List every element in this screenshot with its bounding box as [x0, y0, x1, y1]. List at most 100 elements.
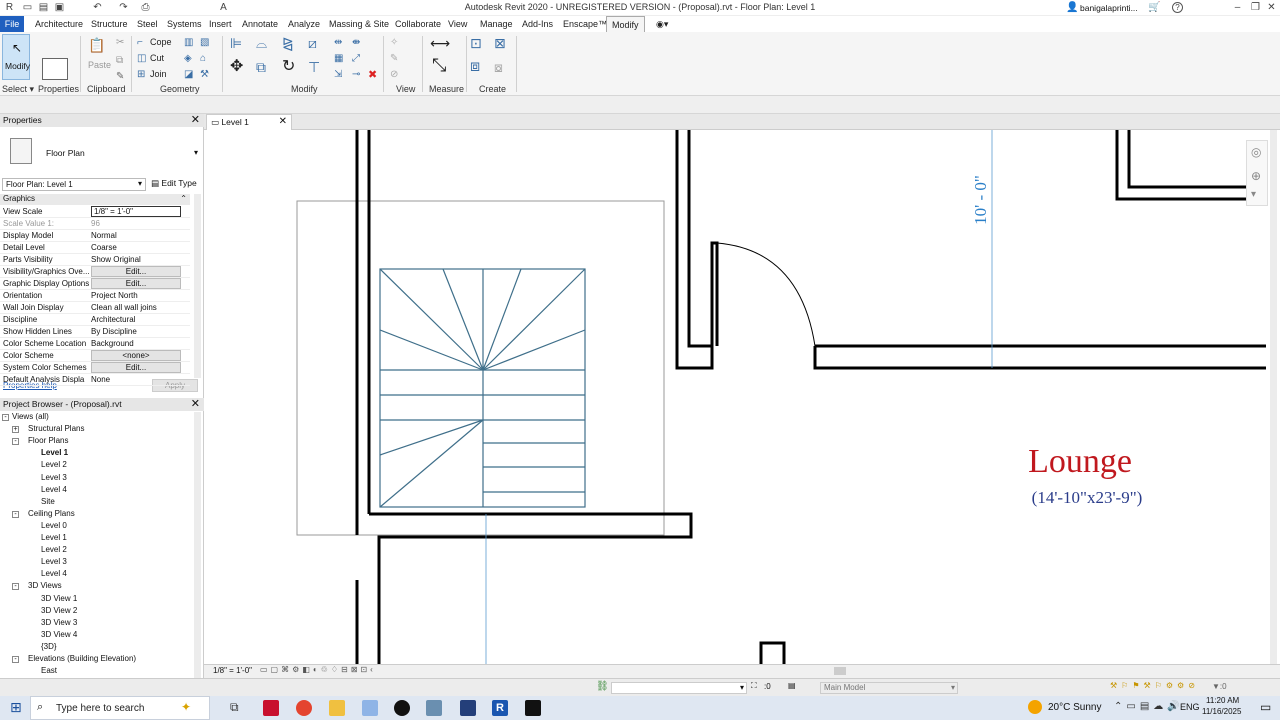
property-row[interactable]: Default Analysis Displa None	[0, 374, 190, 386]
hide-icon[interactable]: ✧	[390, 36, 398, 50]
door-swing[interactable]	[716, 242, 816, 347]
clock-time[interactable]: 11:20 AM	[1206, 696, 1239, 705]
winder-tread[interactable]	[379, 329, 484, 371]
tab-modify[interactable]: Modify	[606, 16, 645, 32]
browser-item[interactable]: 3D Views	[28, 581, 62, 590]
cope-label[interactable]: Cope	[150, 37, 172, 47]
collapse-icon[interactable]: -	[12, 438, 19, 446]
create-parts-icon[interactable]: ⊠	[494, 36, 506, 50]
create-similar-icon[interactable]: ⧇	[494, 60, 503, 74]
browser-item[interactable]: 3D View 4	[41, 630, 77, 639]
view-control-icons[interactable]: ▭▢⌘⚙◧◐♲♢⊟⊠⊡‹	[260, 665, 376, 674]
type-dropdown-icon[interactable]: ▾	[194, 148, 198, 157]
browser-item[interactable]: Level 4	[41, 569, 67, 578]
chrome-icon[interactable]	[296, 700, 312, 716]
mirror-draw-icon[interactable]: ⧄	[308, 36, 317, 50]
instance-filter[interactable]: Floor Plan: Level 1 ▾	[2, 178, 146, 191]
property-value[interactable]: Project North	[91, 291, 181, 300]
hammer-icon[interactable]: ⚒	[200, 68, 209, 82]
property-value[interactable]: Coarse	[91, 243, 181, 252]
close-browser-icon[interactable]: ✕	[191, 398, 200, 410]
properties-icon[interactable]	[42, 58, 68, 80]
create-group-icon[interactable]: ⧈	[470, 59, 480, 75]
trim-icon[interactable]: ⊤	[308, 60, 320, 74]
properties-scrollbar[interactable]	[194, 194, 201, 378]
zoom-dropdown-icon[interactable]: ▾	[1251, 189, 1256, 200]
browser-item[interactable]: Level 3	[41, 473, 67, 482]
file-explorer-icon[interactable]	[329, 700, 345, 716]
drawing-area[interactable]: 10' - 0" Lounge (14'-10"x23'-9") ◎ ⊕ ▾	[204, 130, 1270, 664]
split-icon[interactable]: ⇹	[334, 36, 342, 50]
property-row[interactable]: Detail Level Coarse	[0, 242, 190, 254]
collapse-icon[interactable]: -	[12, 656, 19, 663]
override-icon[interactable]: ⊘	[390, 68, 398, 82]
wall[interactable]	[687, 130, 712, 348]
wall-joins-icon[interactable]: ▥	[184, 36, 193, 50]
property-row[interactable]: Graphic Display Options Edit...	[0, 278, 190, 290]
clock-date[interactable]: 11/16/2025	[1202, 707, 1241, 716]
tab-view[interactable]: View	[448, 19, 467, 29]
split-face-icon[interactable]: ▧	[200, 36, 209, 50]
align-icon[interactable]: ⊫	[230, 36, 242, 50]
tab-steel[interactable]: Steel	[137, 19, 158, 29]
cart-icon[interactable]: 🛒	[1148, 2, 1160, 13]
view-tab-level-1[interactable]: ▭ Level 1 ✕	[206, 114, 292, 130]
winder-tread[interactable]	[379, 419, 484, 508]
acrobat-icon[interactable]	[263, 700, 279, 716]
browser-item[interactable]: Ceiling Plans	[28, 509, 75, 518]
stair[interactable]	[379, 268, 586, 508]
browser-item[interactable]: Site	[41, 497, 55, 506]
create-assembly-icon[interactable]: ⊡	[470, 36, 482, 50]
unpin-icon[interactable]: ⇲	[334, 68, 342, 82]
floor-plan-drawing[interactable]: 10' - 0" Lounge (14'-10"x23'-9")	[204, 130, 1270, 664]
winder-tread[interactable]	[379, 419, 484, 456]
wall[interactable]	[1115, 130, 1266, 201]
language-indicator[interactable]: ENG	[1180, 702, 1200, 712]
property-value[interactable]: Clean all wall joins	[91, 303, 181, 312]
browser-item[interactable]: {3D}	[41, 642, 57, 651]
xbox-icon[interactable]	[394, 700, 410, 716]
scale-icon[interactable]: ⤢	[352, 52, 360, 66]
restore-icon[interactable]: ❐	[1250, 2, 1261, 13]
linework-icon[interactable]: ✎	[390, 52, 398, 66]
mirror-axis-icon[interactable]: ⧎	[282, 36, 294, 50]
demolish-icon[interactable]: ⌂	[200, 52, 206, 66]
move-icon[interactable]: ✥	[230, 59, 243, 75]
wall[interactable]	[675, 130, 719, 370]
collapse-icon[interactable]: -	[2, 414, 9, 421]
close-tab-icon[interactable]: ✕	[279, 116, 287, 127]
property-row[interactable]: Color Scheme Location Background	[0, 338, 190, 350]
wall[interactable]	[813, 346, 1266, 370]
dimension-icon[interactable]: ⤡	[432, 56, 446, 74]
photos-icon[interactable]	[426, 700, 442, 716]
filter-count-icon[interactable]: ▼:0	[1212, 682, 1227, 691]
system-tray-icons[interactable]: ⌃▭▤☁🔊	[1114, 701, 1184, 712]
browser-item[interactable]: Floor Plans	[28, 436, 68, 445]
property-value[interactable]: Show Original	[91, 255, 181, 264]
steering-wheel-icon[interactable]: ◎	[1251, 145, 1261, 159]
canvas-vertical-scrollbar[interactable]	[1270, 130, 1277, 664]
browser-item[interactable]: East	[41, 666, 57, 675]
property-value[interactable]: By Discipline	[91, 327, 181, 336]
browser-item[interactable]: Structural Plans	[28, 424, 84, 433]
match-type-icon[interactable]: ✎	[116, 70, 124, 84]
join-label[interactable]: Join	[150, 69, 167, 79]
notepad-icon[interactable]	[362, 700, 378, 716]
tab-enscape[interactable]: Enscape™	[563, 19, 607, 29]
user-name[interactable]: banigalaprinti...	[1080, 3, 1138, 13]
collapse-icon[interactable]: -	[12, 510, 19, 518]
property-row[interactable]: Visibility/Graphics Ove... Edit...	[0, 266, 190, 278]
tab-insert[interactable]: Insert	[209, 19, 232, 29]
task-view-icon[interactable]: ⧉	[230, 700, 246, 716]
modify-select-button[interactable]: ↖ Modify	[2, 34, 30, 80]
windows-start-icon[interactable]: ⊞	[10, 699, 22, 716]
capcut-icon[interactable]	[525, 700, 541, 716]
expand-icon[interactable]: +	[12, 426, 19, 434]
property-row[interactable]: Discipline Architectural	[0, 314, 190, 326]
notifications-icon[interactable]: ▭	[1260, 700, 1271, 714]
zoom-icon[interactable]: ⊕	[1251, 169, 1261, 183]
browser-item[interactable]: 3D View 2	[41, 606, 77, 615]
revit-taskbar-icon[interactable]: R	[492, 700, 508, 716]
selection-toggle-icons[interactable]: ⚒⚐⚑⚒⚐⚙⚙⊘	[1110, 681, 1199, 690]
workset-icon[interactable]: ⛓	[596, 681, 609, 692]
